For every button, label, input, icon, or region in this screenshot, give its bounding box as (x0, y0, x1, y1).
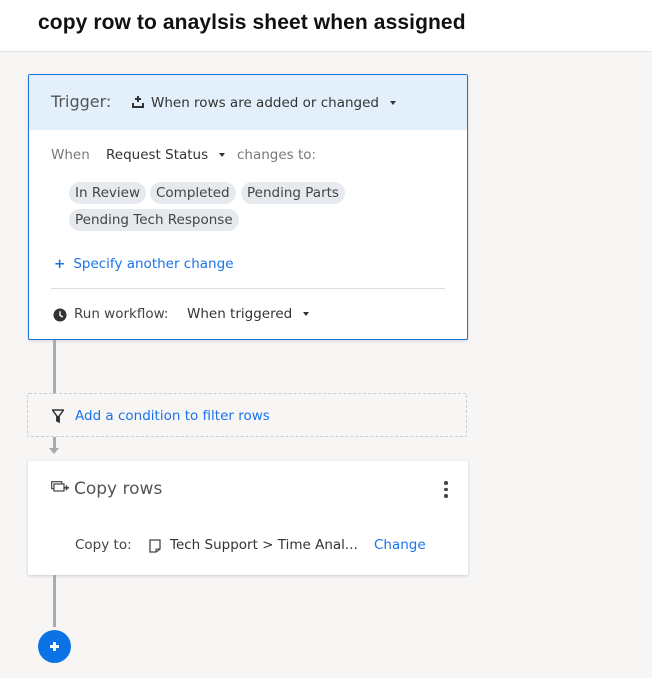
run-workflow-dropdown[interactable]: When triggered (187, 306, 292, 322)
copy-rows-block[interactable]: Copy rows Copy to: Tech Support > Time A… (28, 461, 468, 575)
chevron-down-icon[interactable] (390, 101, 396, 105)
specify-another-change-link[interactable]: + Specify another change (54, 256, 234, 272)
value-chip[interactable]: Pending Parts (241, 182, 345, 204)
add-step-button[interactable] (38, 630, 71, 663)
when-label: When (51, 147, 90, 163)
field-dropdown[interactable]: Request Status (106, 147, 208, 163)
changes-to-label: changes to: (237, 147, 317, 163)
flow-connector (53, 575, 56, 627)
action-title: Copy rows (74, 479, 163, 499)
trigger-block[interactable]: Trigger: When rows are added or changed … (28, 74, 468, 340)
clock-icon (53, 308, 67, 322)
copy-to-label: Copy to: (75, 537, 132, 553)
add-condition-link[interactable]: Add a condition to filter rows (75, 408, 270, 424)
specify-label: Specify another change (73, 256, 234, 272)
trigger-label: Trigger: (51, 92, 112, 111)
sheet-icon (149, 539, 161, 553)
chevron-down-icon[interactable] (303, 312, 309, 316)
header-bar: copy row to anaylsis sheet when assigned (0, 0, 652, 52)
destination-sheet: Tech Support > Time Anal... (170, 537, 358, 553)
value-chip[interactable]: Completed (150, 182, 236, 204)
filter-icon (52, 409, 64, 423)
change-destination-link[interactable]: Change (374, 537, 426, 553)
arrow-down-icon (49, 448, 59, 454)
run-workflow-label: Run workflow: (74, 306, 169, 322)
more-options-icon[interactable] (441, 481, 451, 499)
value-chip[interactable]: In Review (69, 182, 146, 204)
trigger-type-dropdown[interactable]: When rows are added or changed (151, 95, 379, 111)
chevron-down-icon[interactable] (219, 153, 225, 157)
workflow-title[interactable]: copy row to anaylsis sheet when assigned (38, 11, 466, 35)
plus-icon: + (54, 256, 66, 272)
row-add-icon (132, 96, 144, 108)
value-chip[interactable]: Pending Tech Response (69, 209, 239, 231)
divider (51, 288, 445, 289)
copy-rows-icon (51, 481, 69, 492)
trigger-header: Trigger: When rows are added or changed (29, 75, 467, 130)
add-condition-block[interactable]: Add a condition to filter rows (27, 393, 467, 437)
flow-connector (53, 340, 56, 394)
